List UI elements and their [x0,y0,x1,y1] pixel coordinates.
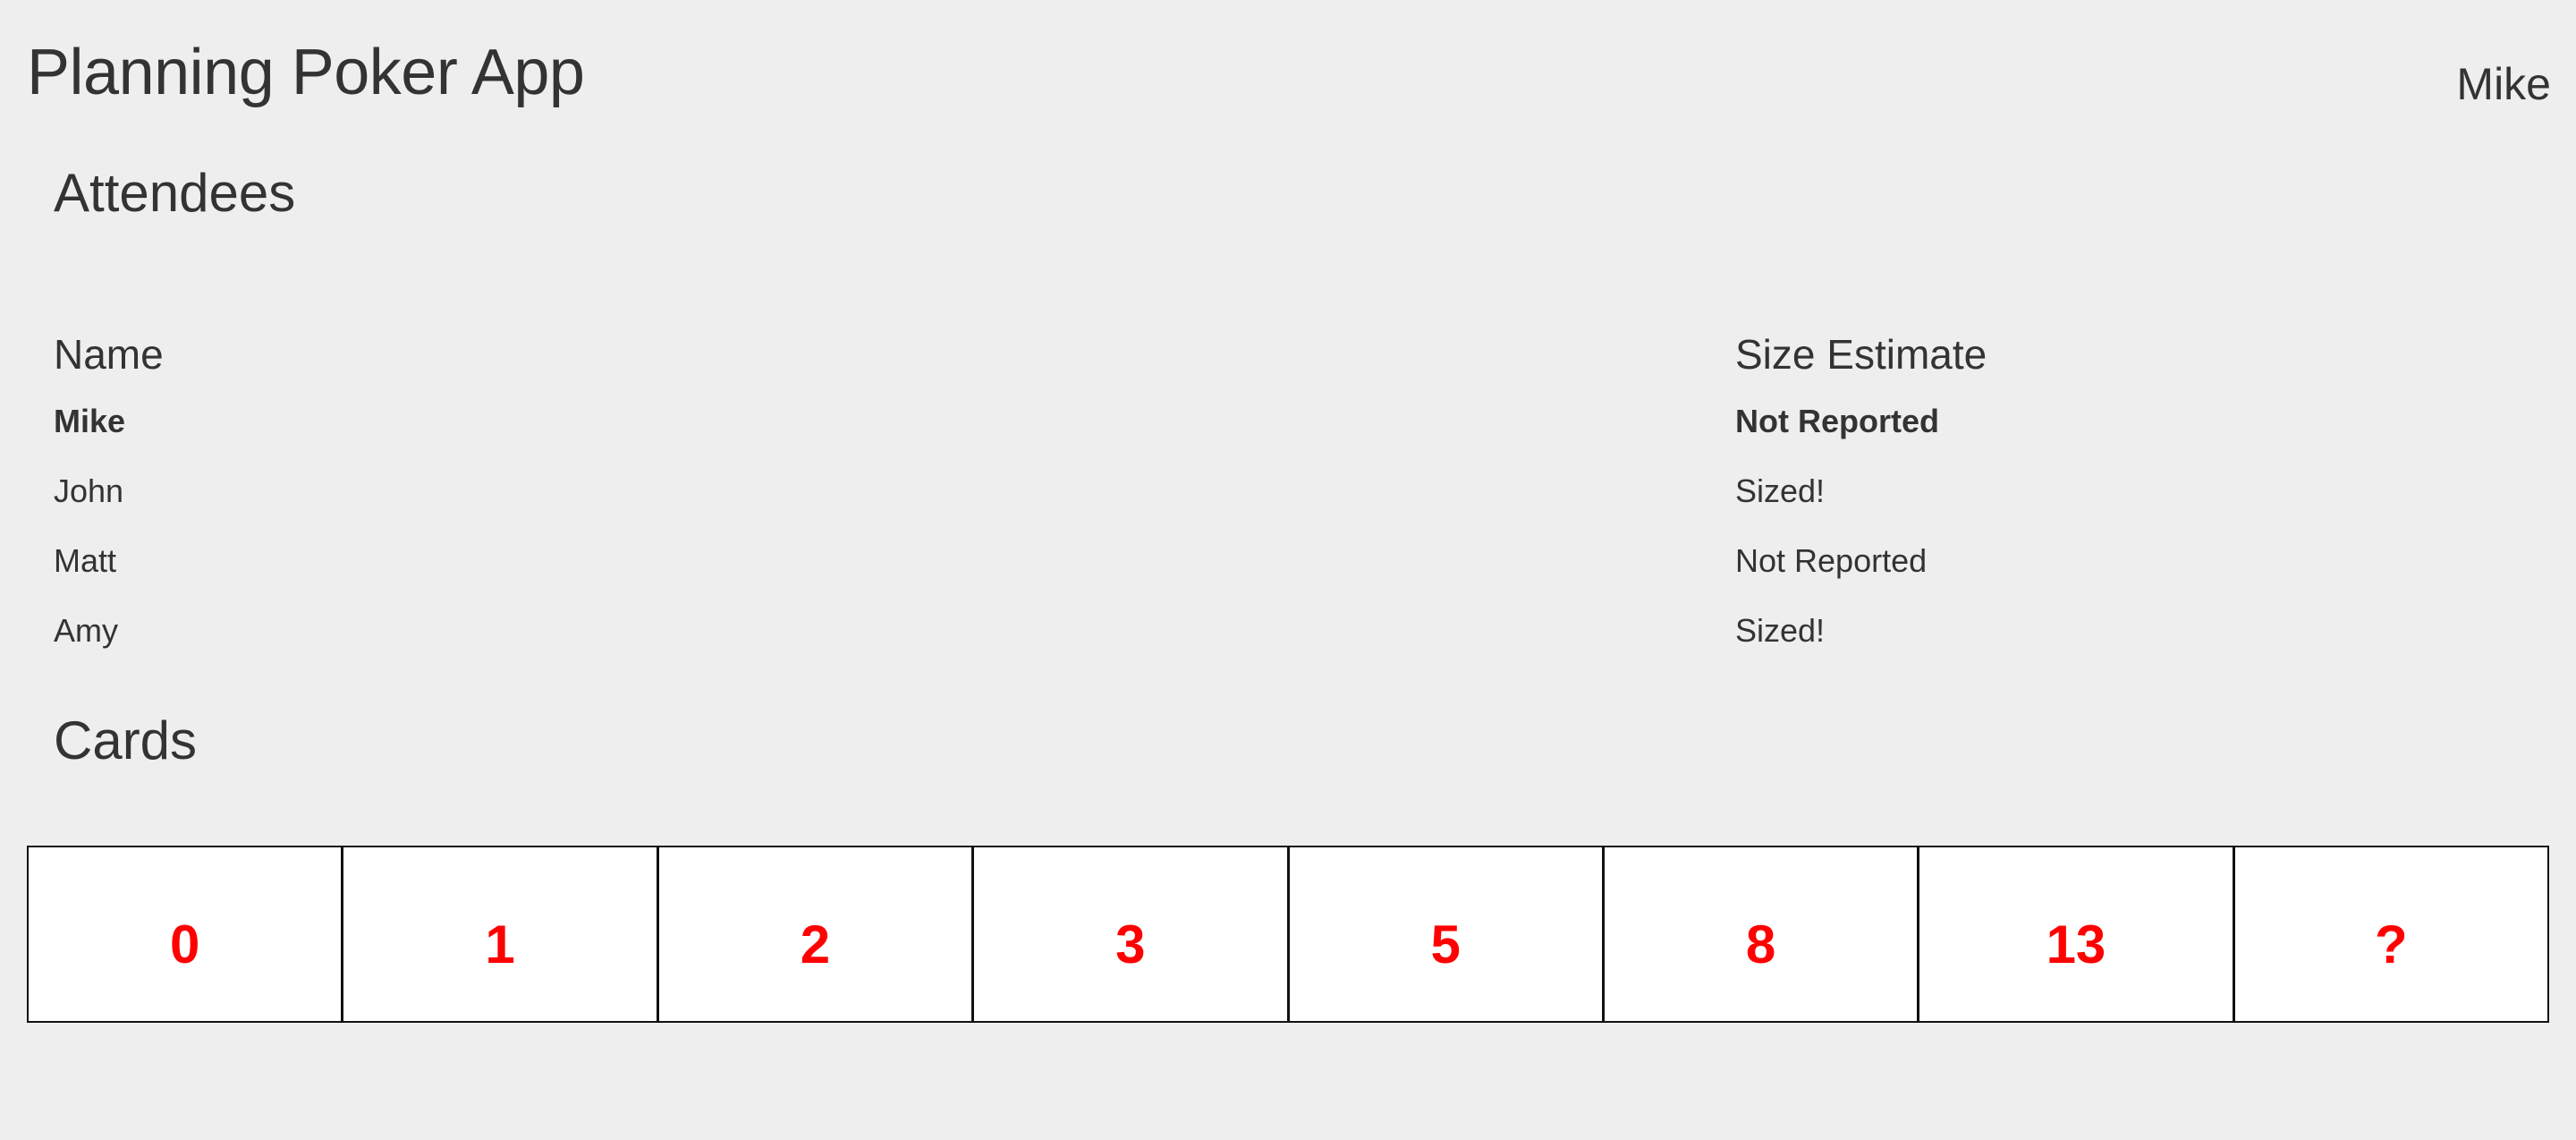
card-unknown[interactable]: ? [2234,847,2547,1021]
attendee-estimate-status: Not Reported [1735,542,1928,579]
card-value: 5 [1430,915,1461,974]
card-value: 1 [485,915,515,974]
attendee-row: Matt Not Reported [54,526,2549,596]
attendee-row: Amy Sized! [54,596,2549,666]
attendee-name: John [54,472,124,509]
card-13[interactable]: 13 [1919,847,2235,1021]
attendee-estimate-status: Not Reported [1735,403,1939,439]
card-8[interactable]: 8 [1604,847,1920,1021]
attendee-name: Mike [54,403,126,439]
current-user-name: Mike [2456,59,2551,109]
card-2[interactable]: 2 [658,847,975,1021]
card-5[interactable]: 5 [1289,847,1605,1021]
card-value: 0 [170,915,200,974]
attendees-table: Name Size Estimate Mike Not Reported Joh… [54,322,2549,666]
card-value: ? [2374,915,2408,974]
attendee-name: Matt [54,542,117,579]
column-header-name: Name [54,331,164,378]
attendees-heading: Attendees [54,163,296,223]
card-1[interactable]: 1 [343,847,659,1021]
attendee-estimate-status: Sized! [1735,472,1826,509]
card-0[interactable]: 0 [29,847,344,1021]
app-title: Planning Poker App [27,37,585,108]
attendee-row: Mike Not Reported [54,387,2549,456]
card-value: 3 [1115,915,1146,974]
card-3[interactable]: 3 [974,847,1290,1021]
attendees-header-row: Name Size Estimate [54,322,2549,387]
cards-row: 0 1 2 3 5 8 13 ? [27,846,2549,1023]
attendee-row: John Sized! [54,456,2549,526]
attendee-estimate-status: Sized! [1735,612,1826,649]
card-value: 8 [1745,915,1776,974]
attendee-name: Amy [54,612,118,649]
column-header-size-estimate: Size Estimate [1735,331,1987,378]
card-value: 13 [2046,915,2106,974]
cards-heading: Cards [54,710,198,770]
card-value: 2 [800,915,831,974]
